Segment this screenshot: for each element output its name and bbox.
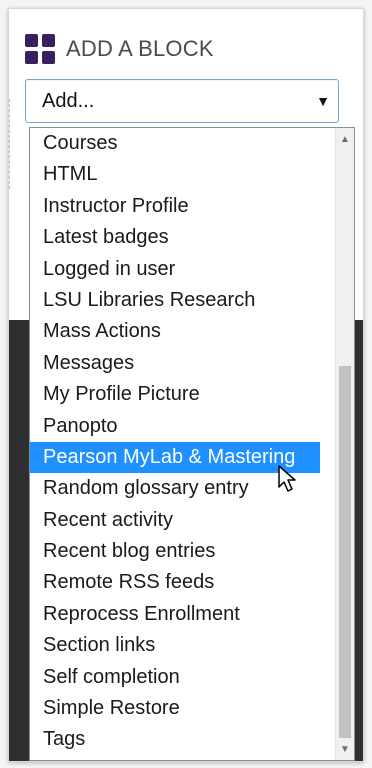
mouse-pointer-icon [278, 465, 296, 492]
option-instructor-profile[interactable]: Instructor Profile [30, 191, 320, 222]
block-title: ADD A BLOCK [66, 36, 214, 61]
option-recent-blog-entries[interactable]: Recent blog entries [30, 536, 320, 567]
add-block-panel: ADD A BLOCK Add... ▼ Courses HTML Instru… [8, 8, 364, 762]
block-dashed-border [9, 99, 11, 189]
scroll-thumb[interactable] [339, 366, 351, 738]
select-value: Add... [42, 89, 95, 112]
dropdown-scrollbar[interactable]: ▲ ▼ [335, 128, 354, 760]
option-mass-actions[interactable]: Mass Actions [30, 316, 320, 347]
option-my-profile-picture[interactable]: My Profile Picture [30, 379, 320, 410]
block-options-dropdown[interactable]: Courses HTML Instructor Profile Latest b… [29, 127, 355, 761]
option-lsu-libraries-research[interactable]: LSU Libraries Research [30, 285, 320, 316]
option-panopto[interactable]: Panopto [30, 411, 320, 442]
option-messages[interactable]: Messages [30, 348, 320, 379]
option-section-links[interactable]: Section links [30, 630, 320, 661]
option-self-completion[interactable]: Self completion [30, 662, 320, 693]
option-html[interactable]: HTML [30, 159, 320, 190]
scroll-down-icon[interactable]: ▼ [336, 740, 354, 758]
add-block-select[interactable]: Add... ▼ [25, 79, 339, 123]
scroll-up-icon[interactable]: ▲ [336, 130, 354, 148]
option-reprocess-enrollment[interactable]: Reprocess Enrollment [30, 599, 320, 630]
option-courses[interactable]: Courses [30, 128, 320, 159]
option-recent-activity[interactable]: Recent activity [30, 505, 320, 536]
caret-down-icon[interactable]: ▼ [316, 93, 330, 109]
option-remote-rss-feeds[interactable]: Remote RSS feeds [30, 567, 320, 598]
option-tags[interactable]: Tags [30, 724, 320, 755]
option-simple-restore[interactable]: Simple Restore [30, 693, 320, 724]
option-logged-in-user[interactable]: Logged in user [30, 254, 320, 285]
block-header: ADD A BLOCK [25, 27, 214, 71]
option-latest-badges[interactable]: Latest badges [30, 222, 320, 253]
grid-icon [25, 34, 55, 64]
